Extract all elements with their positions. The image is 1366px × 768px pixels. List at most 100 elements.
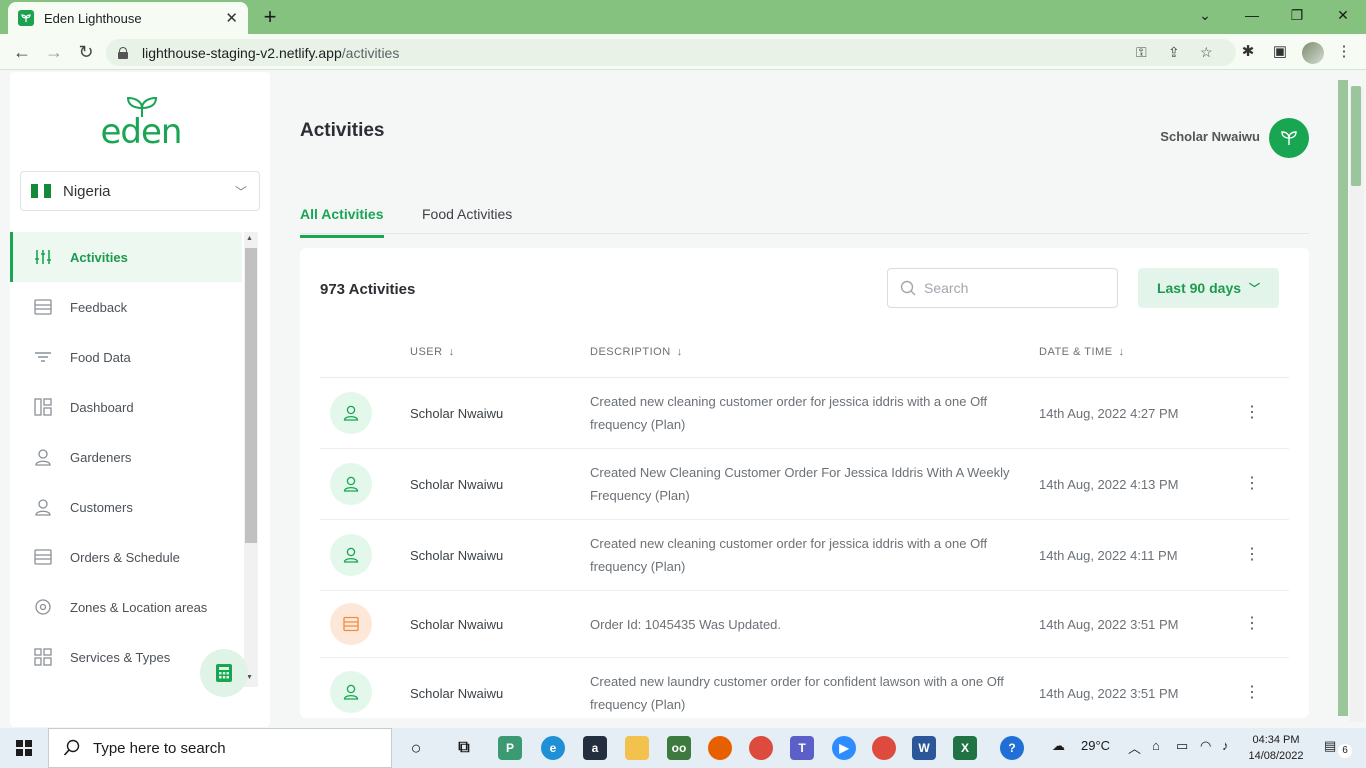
column-description-label: DESCRIPTION xyxy=(590,346,671,358)
share-icon[interactable]: ⇪ xyxy=(1168,44,1180,61)
sidebar-item-label: Activities xyxy=(70,249,128,265)
tab-search-icon[interactable]: ⌄ xyxy=(1193,4,1217,26)
forward-icon[interactable]: → xyxy=(42,40,66,64)
column-date-time[interactable]: DATE & TIME ↓ xyxy=(1039,346,1125,358)
table-row[interactable]: Scholar Nwaiwu Created new cleaning cust… xyxy=(320,378,1289,449)
key-icon[interactable]: ⚿ xyxy=(1136,44,1147,61)
publisher-icon[interactable]: P xyxy=(498,736,522,760)
firefox-icon[interactable] xyxy=(708,736,732,760)
clock-time: 04:34 PM xyxy=(1252,734,1300,746)
zoom-icon[interactable]: ▶ xyxy=(832,736,856,760)
search-box[interactable] xyxy=(887,268,1118,308)
notification-count: 6 xyxy=(1338,744,1352,758)
file-explorer-icon[interactable] xyxy=(625,736,649,760)
column-user[interactable]: USER ↓ xyxy=(410,346,455,358)
more-options-icon[interactable]: ⋮ xyxy=(1242,685,1262,701)
browser-menu-icon[interactable]: ⋮ xyxy=(1334,42,1354,62)
user-avatar[interactable] xyxy=(1269,118,1309,158)
help-icon[interactable]: ? xyxy=(1000,736,1024,760)
minimize-button[interactable]: — xyxy=(1240,4,1264,26)
date-range-dropdown[interactable]: Last 90 days ﹀ xyxy=(1138,268,1279,308)
battery-icon[interactable]: ▭ xyxy=(1176,738,1188,754)
wifi-icon[interactable]: ◠ xyxy=(1200,738,1211,754)
url-field[interactable]: lighthouse-staging-v2.netlify.app/activi… xyxy=(106,39,1236,66)
profile-avatar[interactable] xyxy=(1302,42,1324,64)
reload-icon[interactable]: ↻ xyxy=(74,40,98,64)
tab-food-activities[interactable]: Food Activities xyxy=(422,206,512,235)
excel-icon[interactable]: X xyxy=(953,736,977,760)
chrome-active-icon[interactable] xyxy=(872,736,896,760)
notifications-icon[interactable]: ▤ xyxy=(1324,738,1336,754)
sidebar-item-label: Zones & Location areas xyxy=(70,599,208,615)
restore-button[interactable]: ❐ xyxy=(1285,4,1309,26)
table-row[interactable]: Scholar Nwaiwu Created new laundry custo… xyxy=(320,658,1289,718)
cortana-icon[interactable]: ○ xyxy=(404,736,428,760)
list-icon xyxy=(34,298,52,316)
scroll-up-icon[interactable]: ▲ xyxy=(246,235,253,242)
row-user: Scholar Nwaiwu xyxy=(410,617,504,632)
task-view-icon[interactable]: ⧉ xyxy=(452,736,476,760)
chrome-icon[interactable] xyxy=(749,736,773,760)
sidebar-scrollbar[interactable]: ▲ ▼ xyxy=(244,232,258,687)
search-input[interactable] xyxy=(924,280,1104,296)
weather-icon[interactable]: ☁ xyxy=(1052,738,1065,754)
new-tab-button[interactable]: + xyxy=(258,5,282,29)
sidebar-scroll-thumb[interactable] xyxy=(245,248,257,543)
sidebar-item-zones-locations[interactable]: Zones & Location areas xyxy=(10,582,242,632)
more-options-icon[interactable]: ⋮ xyxy=(1242,616,1262,632)
teams-icon[interactable]: T xyxy=(790,736,814,760)
sidebar-item-feedback[interactable]: Feedback xyxy=(10,282,242,332)
extensions-icon[interactable]: ✱ xyxy=(1238,42,1258,62)
sort-arrow-icon: ↓ xyxy=(1118,346,1125,358)
taskbar-clock[interactable]: 04:34 PM 14/08/2022 xyxy=(1248,732,1304,764)
row-date: 14th Aug, 2022 4:11 PM xyxy=(1039,548,1178,563)
sidebar: eden Nigeria ﹀ Activities Feedback Food … xyxy=(10,72,270,727)
back-icon[interactable]: ← xyxy=(10,40,34,64)
sidebar-item-dashboard[interactable]: Dashboard xyxy=(10,382,242,432)
bookmark-star-icon[interactable]: ☆ xyxy=(1200,44,1213,61)
tab-all-activities[interactable]: All Activities xyxy=(300,206,384,238)
date-range-label: Last 90 days xyxy=(1156,280,1242,296)
eden-logo: eden xyxy=(96,96,186,152)
close-tab-icon[interactable]: ✕ xyxy=(225,9,238,27)
country-select[interactable]: Nigeria ﹀ xyxy=(20,171,260,211)
page-scroll-track[interactable] xyxy=(1350,86,1364,722)
amazon-icon[interactable]: a xyxy=(583,736,607,760)
sidebar-item-label: Customers xyxy=(70,499,133,515)
tripadvisor-icon[interactable]: oo xyxy=(667,736,691,760)
sidebar-item-orders-schedule[interactable]: Orders & Schedule xyxy=(10,532,242,582)
close-window-button[interactable]: ✕ xyxy=(1331,4,1355,26)
search-icon xyxy=(900,280,916,296)
more-options-icon[interactable]: ⋮ xyxy=(1242,405,1262,421)
more-options-icon[interactable]: ⋮ xyxy=(1242,547,1262,563)
side-panel-icon[interactable]: ▣ xyxy=(1270,42,1290,62)
page-scroll-thumb[interactable] xyxy=(1351,86,1361,186)
edge-icon[interactable]: e xyxy=(541,736,565,760)
sidebar-item-activities[interactable]: Activities xyxy=(10,232,242,282)
table-header: USER ↓ DESCRIPTION ↓ DATE & TIME ↓ xyxy=(320,336,1289,378)
tray-app-icon[interactable]: ⌂ xyxy=(1152,738,1160,753)
start-button[interactable] xyxy=(0,728,48,768)
sidebar-item-label: Food Data xyxy=(70,349,131,365)
page-scrollbar[interactable] xyxy=(1338,72,1366,727)
sidebar-item-label: Services & Types xyxy=(70,649,171,665)
row-user: Scholar Nwaiwu xyxy=(410,686,504,701)
volume-icon[interactable]: ♪ xyxy=(1222,738,1229,753)
logo-text: eden xyxy=(100,112,183,152)
table-row[interactable]: Scholar Nwaiwu Order Id: 1045435 Was Upd… xyxy=(320,591,1289,658)
person-icon xyxy=(34,498,52,516)
more-options-icon[interactable]: ⋮ xyxy=(1242,476,1262,492)
calculator-button[interactable] xyxy=(200,649,248,697)
sidebar-item-customers[interactable]: Customers xyxy=(10,482,242,532)
weather-temp[interactable]: 29°C xyxy=(1081,738,1110,753)
table-row[interactable]: Scholar Nwaiwu Created New Cleaning Cust… xyxy=(320,449,1289,520)
taskbar-search[interactable]: Type here to search xyxy=(48,728,392,768)
header-user-name: Scholar Nwaiwu xyxy=(1160,129,1260,144)
column-description[interactable]: DESCRIPTION ↓ xyxy=(590,346,683,358)
word-icon[interactable]: W xyxy=(912,736,936,760)
tray-expand-icon[interactable]: ︿ xyxy=(1128,738,1141,757)
table-row[interactable]: Scholar Nwaiwu Created new cleaning cust… xyxy=(320,520,1289,591)
browser-tab[interactable]: Eden Lighthouse ✕ xyxy=(8,2,248,34)
sidebar-item-food-data[interactable]: Food Data xyxy=(10,332,242,382)
sidebar-item-gardeners[interactable]: Gardeners xyxy=(10,432,242,482)
